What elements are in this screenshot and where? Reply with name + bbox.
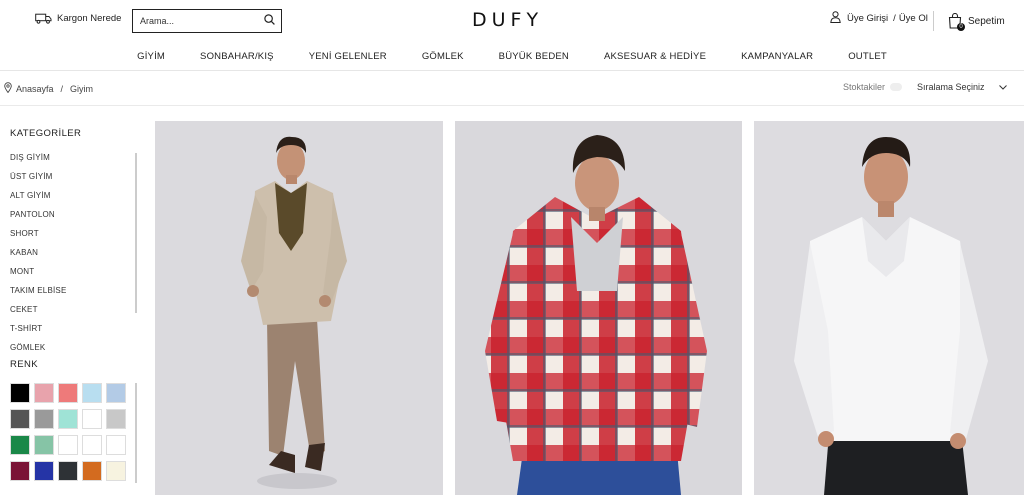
breadcrumb-current: Giyim	[70, 83, 94, 94]
brand-logo[interactable]: DUFY	[472, 9, 543, 31]
breadcrumb: Anasayfa / Giyim	[4, 82, 93, 95]
category-item-kaban[interactable]: KABAN	[10, 248, 142, 267]
color-swatch[interactable]	[82, 383, 102, 403]
cart-label: Sepetim	[968, 15, 1005, 27]
category-scrollbar[interactable]	[135, 153, 137, 313]
product-card[interactable]	[155, 121, 443, 495]
chevron-down-icon	[998, 82, 1007, 92]
account-separator: /	[893, 13, 896, 24]
category-item-gomlek[interactable]: GÖMLEK	[10, 343, 142, 362]
category-item-mont[interactable]: MONT	[10, 267, 142, 286]
search-input[interactable]	[140, 16, 252, 26]
red-plaid-shirt-model-image	[455, 121, 742, 495]
cargo-tracking-link[interactable]: Kargon Nerede	[35, 13, 121, 24]
nav-item-buyuk-beden[interactable]: BÜYÜK BEDEN	[499, 51, 569, 62]
color-swatch[interactable]	[106, 435, 126, 455]
breadcrumb-separator: /	[60, 83, 64, 94]
color-swatch[interactable]	[34, 383, 54, 403]
color-swatch[interactable]	[58, 435, 78, 455]
color-swatch[interactable]	[82, 435, 102, 455]
color-swatch[interactable]	[34, 461, 54, 481]
category-item-takim-elbise[interactable]: TAKIM ELBİSE	[10, 286, 142, 305]
beige-suit-model-image	[155, 121, 443, 495]
search-box	[132, 9, 282, 33]
category-item-short[interactable]: SHORT	[10, 229, 142, 248]
sort-select[interactable]: Sıralama Seçiniz	[917, 82, 1007, 92]
nav-item-kampanyalar[interactable]: KAMPANYALAR	[741, 51, 813, 62]
header-divider	[933, 11, 934, 31]
color-swatch[interactable]	[82, 461, 102, 481]
color-swatch[interactable]	[10, 435, 30, 455]
shopping-bag-icon: 0	[948, 12, 965, 31]
color-swatch[interactable]	[10, 409, 30, 429]
location-pin-icon	[4, 82, 12, 95]
user-icon[interactable]	[830, 11, 841, 26]
sort-label: Sıralama Seçiniz	[917, 82, 985, 92]
product-card[interactable]	[455, 121, 742, 495]
product-card[interactable]	[754, 121, 1024, 495]
category-list: DIŞ GİYİM ÜST GİYİM ALT GİYİM PANTOLON S…	[10, 153, 142, 359]
nav-item-giyim[interactable]: GİYİM	[137, 51, 165, 62]
category-item-dis-giyim[interactable]: DIŞ GİYİM	[10, 153, 142, 172]
color-swatch[interactable]	[58, 383, 78, 403]
categories-title: KATEGORİLER	[10, 128, 82, 139]
in-stock-filter[interactable]: Stoktakiler	[843, 82, 903, 92]
top-bar: Kargon Nerede DUFY Üye Girişi / Üye Ol 0…	[0, 0, 1024, 42]
nav-item-aksesuar-hediye[interactable]: AKSESUAR & HEDİYE	[604, 51, 706, 62]
category-item-t-shirt[interactable]: T-SHİRT	[10, 324, 142, 343]
nav-item-sonbahar-kis[interactable]: SONBAHAR/KIŞ	[200, 51, 274, 62]
nav-item-gomlek[interactable]: GÖMLEK	[422, 51, 464, 62]
breadcrumb-home[interactable]: Anasayfa	[16, 84, 54, 94]
cart-count-badge: 0	[957, 23, 965, 31]
color-swatch[interactable]	[34, 435, 54, 455]
category-item-ceket[interactable]: CEKET	[10, 305, 142, 324]
search-icon[interactable]	[264, 12, 275, 30]
cart-button[interactable]: 0 Sepetim	[948, 12, 1005, 31]
account-links: Üye Girişi / Üye Ol	[830, 11, 928, 26]
color-swatch-grid	[10, 383, 142, 483]
color-swatch[interactable]	[106, 461, 126, 481]
filter-sidebar: KATEGORİLER DIŞ GİYİM ÜST GİYİM ALT GİYİ…	[10, 128, 142, 483]
cargo-tracking-label: Kargon Nerede	[57, 13, 122, 24]
main-nav: GİYİM SONBAHAR/KIŞ YENİ GELENLER GÖMLEK …	[0, 42, 1024, 70]
category-item-alt-giyim[interactable]: ALT GİYİM	[10, 191, 142, 210]
color-swatch[interactable]	[106, 383, 126, 403]
color-scrollbar[interactable]	[135, 383, 137, 483]
nav-item-yeni-gelenler[interactable]: YENİ GELENLER	[309, 51, 387, 62]
nav-divider	[0, 70, 1024, 71]
color-swatch[interactable]	[58, 409, 78, 429]
color-swatch[interactable]	[82, 409, 102, 429]
truck-icon	[35, 13, 52, 24]
login-link[interactable]: Üye Girişi	[847, 13, 888, 24]
color-swatch[interactable]	[10, 461, 30, 481]
color-swatch[interactable]	[58, 461, 78, 481]
in-stock-label: Stoktakiler	[843, 82, 886, 92]
register-link[interactable]: Üye Ol	[899, 13, 928, 24]
category-item-pantolon[interactable]: PANTOLON	[10, 210, 142, 229]
color-swatch[interactable]	[106, 409, 126, 429]
color-swatch[interactable]	[10, 383, 30, 403]
toolbar-divider	[0, 105, 1024, 106]
color-swatch[interactable]	[34, 409, 54, 429]
white-shirt-model-image	[754, 121, 1024, 495]
category-item-ust-giyim[interactable]: ÜST GİYİM	[10, 172, 142, 191]
nav-item-outlet[interactable]: OUTLET	[848, 51, 887, 62]
in-stock-toggle[interactable]	[890, 83, 903, 91]
